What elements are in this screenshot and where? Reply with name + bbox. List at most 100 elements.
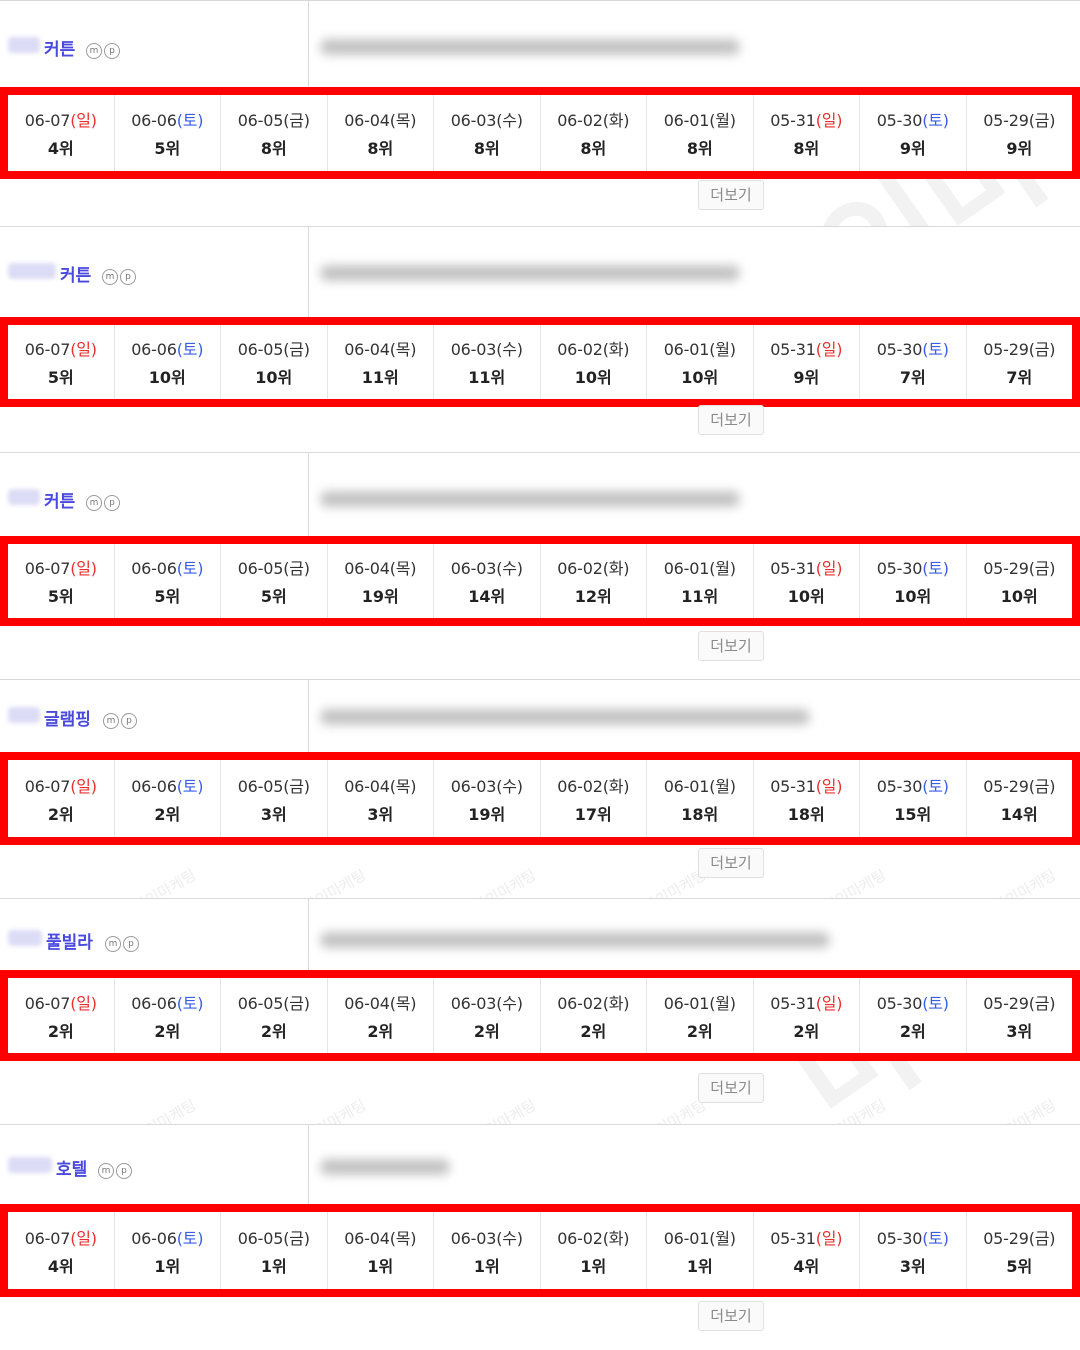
rank-value: 5위 [47,368,74,387]
rank-value: 10위 [574,368,612,387]
rank-date: 06-05(금) [221,107,327,131]
rank-date: 06-07(일) [8,773,114,797]
rank-value: 10위 [255,368,293,387]
rank-cell: 05-31(일) 4위 [754,1212,860,1289]
keyword-link[interactable]: 커튼 [44,35,75,60]
rank-value: 1위 [473,1256,500,1276]
rank-cell: 06-06(토) 10위 [115,325,221,399]
date-text: 06-04 [344,993,390,1013]
rank-value: 11위 [361,368,399,387]
date-text: 06-04 [344,776,390,796]
rank-value: 11위 [681,587,719,606]
weekday-close-paren: ) [410,776,417,796]
rank-date: 06-05(금) [221,1225,327,1249]
rank-cell: 05-31(일) 2위 [754,978,860,1053]
date-text: 06-01 [663,111,710,130]
weekday-close-paren: ) [1049,993,1056,1013]
rank-cell: 06-06(토) 5위 [115,544,221,618]
more-button[interactable]: 더보기 [698,1073,764,1103]
rank-value: 8위 [793,139,820,158]
rank-date: 06-07(일) [8,555,114,579]
keyword-link[interactable]: 글램핑 [44,705,91,730]
rank-value: 1위 [154,1256,181,1276]
rank-cells: 06-07(일) 2위 06-06(토) 2위 06-05(금) 2위 06-04(목) 2위… [8,978,1072,1053]
rank-cell: 06-02(화) 8위 [541,95,647,171]
rank-value: 2위 [580,1021,607,1041]
rank-date: 05-31(일) [754,107,860,131]
rank-date: 06-03(수) [434,336,540,360]
date-text: 06-04 [344,1228,390,1248]
more-button[interactable]: 더보기 [698,631,764,661]
rank-date: 06-03(수) [434,555,540,579]
keyword-link[interactable]: 풀빌라 [46,928,93,953]
mobile-pc-badges: mp [98,1160,134,1179]
rank-value: 5위 [260,587,287,606]
rank-history-row: 06-07(일) 4위 06-06(토) 5위 06-05(금) 8위 06-04(목) 8위… [0,87,1080,179]
more-button[interactable]: 더보기 [698,180,764,210]
weekday-close-paren: ) [303,111,310,130]
rank-value: 19위 [468,804,506,824]
weekday-close-paren: ) [942,993,949,1013]
keyword-link[interactable]: 호텔 [56,1155,87,1180]
more-button[interactable]: 더보기 [698,1301,764,1331]
more-button[interactable]: 더보기 [698,405,764,435]
rank-cell: 06-04(목) 2위 [328,978,434,1053]
weekday-close-paren: ) [623,340,630,359]
rank-value: 3위 [367,804,394,824]
weekday-close-paren: ) [303,993,310,1013]
rank-value: 2위 [899,1021,926,1041]
rank-date: 06-02(화) [541,555,647,579]
date-text: 05-31 [770,776,816,796]
rank-cell: 06-05(금) 2위 [221,978,328,1053]
rank-date: 06-02(화) [541,1225,647,1249]
rank-value: 9위 [793,368,820,387]
rank-date: 06-06(토) [115,336,221,360]
weekday-text: 일 [821,559,837,578]
rank-cell: 06-04(목) 3위 [328,760,434,837]
weekday-text: 금 [1034,111,1050,130]
rank-date: 06-05(금) [221,336,327,360]
weekday-text: 목 [395,1228,411,1248]
rank-date: 05-31(일) [754,1225,860,1249]
rank-cell: 05-31(일) 10위 [754,544,860,618]
keyword-info-row: 커튼 m p [0,452,1080,538]
rank-value: 2위 [154,804,181,824]
weekday-close-paren: ) [90,559,97,578]
rank-value: 5위 [154,587,181,606]
keyword-link[interactable]: 커튼 [60,261,91,286]
rank-value: 11위 [468,368,506,387]
rank-date: 06-05(금) [221,773,327,797]
rank-date: 06-01(월) [647,107,753,131]
weekday-text: 금 [289,993,304,1013]
date-text: 06-07 [24,776,71,796]
rank-date: 06-06(토) [115,555,221,579]
rank-value: 1위 [580,1256,607,1276]
weekday-text: 월 [715,111,730,130]
date-text: 05-30 [876,340,923,359]
rank-date: 05-29(금) [967,336,1073,360]
weekday-close-paren: ) [729,340,736,359]
rank-value: 12위 [574,587,612,606]
rank-date: 06-04(목) [328,555,434,579]
rank-cell: 05-29(금) 5위 [967,1212,1073,1289]
rank-value: 2위 [793,1021,820,1041]
more-button[interactable]: 더보기 [698,848,764,878]
weekday-close-paren: ) [516,340,523,359]
date-text: 06-05 [237,559,284,578]
weekday-text: 토 [182,993,198,1013]
weekday-close-paren: ) [729,1228,736,1248]
rank-cell: 05-31(일) 18위 [754,760,860,837]
url-redacted [320,491,740,507]
rank-cells: 06-07(일) 5위 06-06(토) 10위 06-05(금) 10위 06-04(목)… [8,325,1072,399]
weekday-close-paren: ) [516,559,523,578]
rank-value: 10위 [894,587,932,606]
date-text: 06-02 [557,559,603,578]
rank-cell: 06-03(수) 14위 [434,544,541,618]
date-text: 05-30 [876,559,923,578]
weekday-text: 화 [608,776,624,796]
keyword-prefix-redacted [8,930,42,946]
rank-cell: 06-05(금) 8위 [221,95,328,171]
weekday-close-paren: ) [516,993,523,1013]
rank-cell: 06-03(수) 11위 [434,325,541,399]
keyword-link[interactable]: 커튼 [44,487,75,512]
